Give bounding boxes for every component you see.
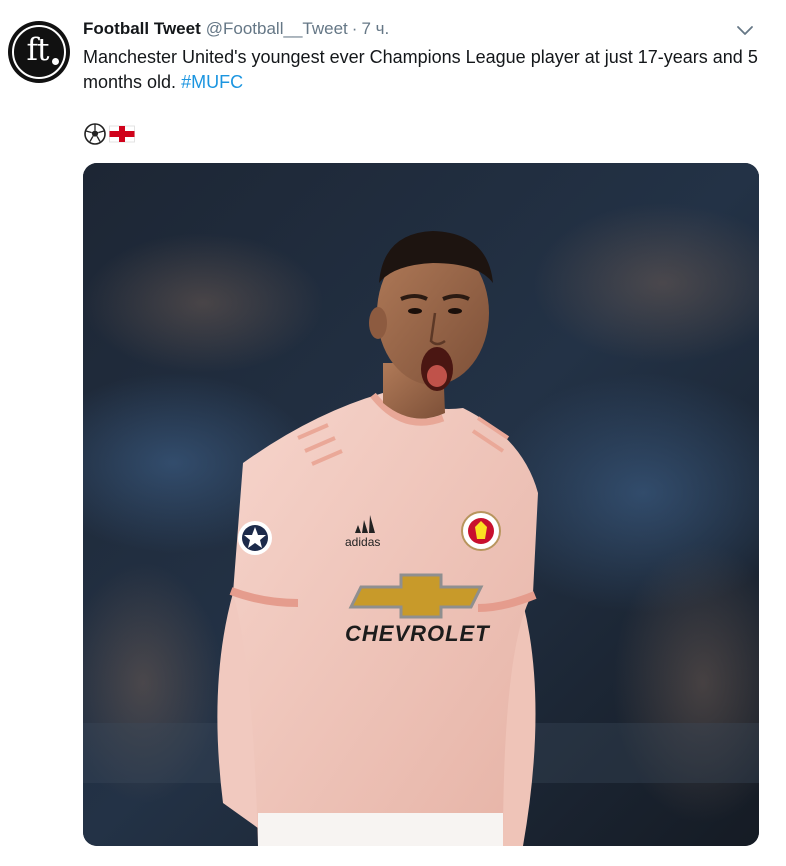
- tweet-timestamp[interactable]: 7 ч.: [361, 19, 389, 39]
- kit-sponsor-label: CHEVROLET: [345, 621, 490, 646]
- chevron-down-icon[interactable]: [735, 22, 755, 38]
- england-flag-emoji-icon: [109, 124, 135, 149]
- author-avatar[interactable]: ft: [8, 21, 70, 83]
- kit-brand-label: adidas: [345, 535, 380, 549]
- emoji-row: [83, 122, 135, 151]
- avatar-logo-text: ft: [26, 31, 50, 68]
- avatar-ball-icon: [51, 57, 60, 66]
- header-separator: ·: [351, 19, 358, 38]
- hashtag-link[interactable]: #MUFC: [181, 72, 243, 92]
- player-celebration-image: adidas CHEVROLET: [83, 163, 759, 846]
- tweet-text: Manchester United's youngest ever Champi…: [83, 45, 773, 95]
- author-handle[interactable]: @Football__Tweet: [206, 19, 348, 39]
- author-name[interactable]: Football Tweet: [83, 19, 201, 39]
- tweet-header: Football Tweet @Football__Tweet · 7 ч.: [83, 19, 389, 43]
- avatar-logo: ft: [12, 25, 66, 79]
- tweet[interactable]: ft Football Tweet @Football__Tweet · 7 ч…: [0, 0, 786, 866]
- soccer-ball-emoji-icon: [83, 122, 107, 151]
- tweet-photo[interactable]: adidas CHEVROLET: [83, 163, 759, 846]
